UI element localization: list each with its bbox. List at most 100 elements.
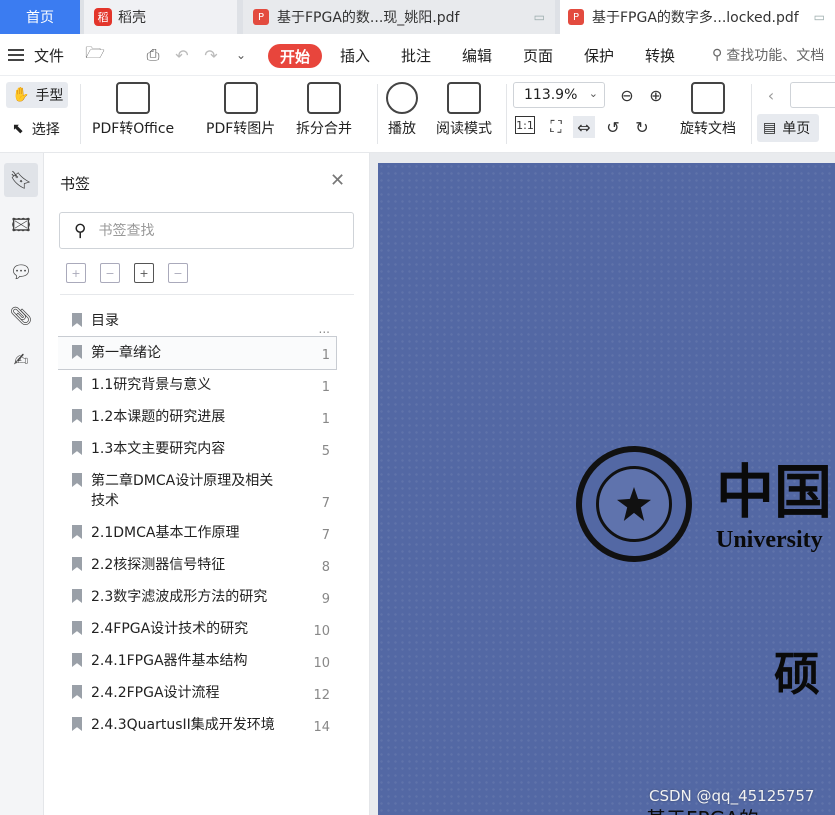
image-icon [223, 82, 258, 114]
zoom-out-icon[interactable]: ⊖ [616, 84, 638, 106]
pdf-to-office-button[interactable]: PDF转Office [92, 82, 174, 138]
play-button[interactable]: 播放 [386, 82, 418, 138]
tab-pdf-document-1[interactable]: P 基于FPGA的数...现_姚阳.pdf ▭ [243, 0, 555, 34]
list-item[interactable]: 1.1研究背景与意义 1 [58, 369, 336, 401]
fit-page-icon[interactable]: ⛶ [545, 116, 567, 138]
list-item[interactable]: 2.3数字滤波成形方法的研究 9 [58, 581, 336, 613]
collapse-all-icon[interactable]: − [100, 263, 120, 283]
list-item[interactable]: 2.4.3QuartusII集成开发环境 14 [58, 709, 336, 741]
pdf-to-image-button[interactable]: PDF转图片 [206, 82, 275, 138]
list-item[interactable]: 1.2本课题的研究进展 1 [58, 401, 336, 433]
tab-edit[interactable]: 编辑 [462, 34, 492, 76]
bookmark-list: 目录... 第一章绪论 1 1.1研究背景与意义 1 1.2本课题的研究进展 1 1.… [58, 305, 356, 815]
list-item[interactable]: 2.4.2FPGA设计流程 12 [58, 677, 336, 709]
monitor-icon[interactable]: ▭ [534, 10, 545, 24]
cursor-icon: ⬉ [12, 121, 24, 137]
panel-divider [60, 294, 354, 295]
actual-size-icon[interactable]: 1:1 [515, 116, 535, 134]
tab-protect[interactable]: 保护 [584, 34, 614, 76]
list-item[interactable]: 第二章DMCA设计原理及相关技术 7 [58, 465, 336, 517]
bookmark-page: 10 [313, 624, 330, 639]
rotate-left-icon[interactable]: ↺ [602, 116, 624, 138]
bookmark-flag-icon [72, 557, 82, 571]
bookmark-search-input[interactable] [98, 222, 319, 239]
list-item[interactable]: 2.4.1FPGA器件基本结构 10 [58, 645, 336, 677]
bookmark-page: 10 [313, 656, 330, 671]
page-number-input[interactable] [790, 82, 835, 108]
degree-title: 硕 [774, 647, 820, 701]
bookmark-page: 14 [313, 720, 330, 735]
bookmark-icon[interactable]: 🔖︎ [4, 163, 38, 197]
comment-icon[interactable]: 💬︎ [4, 255, 38, 289]
pdf-file-icon: P [253, 9, 269, 25]
tab-start[interactable]: 开始 [268, 44, 322, 68]
tab-annotate[interactable]: 批注 [401, 34, 431, 76]
list-item[interactable]: 2.2核探测器信号特征 8 [58, 549, 336, 581]
toolbar-divider [80, 84, 81, 144]
tab-strip: 首页 稻 稻壳 P 基于FPGA的数...现_姚阳.pdf ▭ P 基于FPGA… [0, 0, 835, 34]
close-icon[interactable]: ✕ [330, 170, 345, 191]
function-search[interactable]: ⚲ 查找功能、文档 [712, 34, 824, 76]
monitor-icon[interactable]: ▭ [814, 10, 825, 24]
more-icon[interactable]: ... [319, 319, 330, 339]
hand-tool-button[interactable]: ✋ 手型 [6, 82, 68, 108]
file-menu-button[interactable]: 文件 [8, 34, 64, 76]
tab-pdf-document-2[interactable]: P 基于FPGA的数字多...locked.pdf ▭ [560, 0, 835, 34]
menu-bar: 文件 🗁 ⎙ ↶ ↷ ⌄ 开始 插入 批注 编辑 页面 保护 转换 ⚲ 查找功能… [0, 34, 835, 76]
rotate-document-button[interactable]: 旋转文档 [680, 82, 736, 138]
list-item[interactable]: 1.3本文主要研究内容 5 [58, 433, 336, 465]
single-page-label: 单页 [782, 121, 811, 137]
select-tool-button[interactable]: ⬉ 选择 [6, 116, 60, 142]
bookmark-flag-icon [72, 717, 82, 731]
tab-daoke[interactable]: 稻 稻壳 [84, 0, 237, 34]
search-icon: ⚲ [712, 47, 723, 63]
bookmark-label: 1.3本文主要研究内容 [91, 441, 226, 457]
delete-bookmark-icon[interactable]: − [168, 263, 188, 283]
chevron-down-icon: ⌄ [588, 87, 598, 100]
tab-page[interactable]: 页面 [523, 34, 553, 76]
thumbnail-icon[interactable]: 🖾 [4, 211, 38, 245]
attachment-icon[interactable]: 📎︎ [4, 299, 38, 333]
bookmark-label: 第一章绪论 [91, 345, 161, 361]
undo-icon[interactable]: ↶ [171, 45, 193, 65]
bookmark-flag-icon [72, 409, 82, 423]
fit-width-icon[interactable]: ⇔ [573, 116, 595, 138]
bookmark-flag-icon [72, 685, 82, 699]
zoom-select[interactable]: 113.9% ⌄ [513, 82, 605, 108]
bookmark-page: 1 [321, 412, 330, 427]
single-page-button[interactable]: ▤ 单页 [757, 114, 819, 142]
chevron-left-icon[interactable]: ‹ [760, 84, 782, 106]
pdf-convert-icon [116, 82, 151, 114]
document-viewer[interactable]: 中国 University 硕 基于FPGA的 [370, 153, 835, 815]
tab-home-label: 首页 [26, 10, 54, 26]
tab-home[interactable]: 首页 [0, 0, 80, 34]
book-icon [447, 82, 481, 114]
zoom-value: 113.9% [524, 87, 578, 103]
bookmark-page: 7 [321, 496, 330, 511]
open-folder-icon[interactable]: 🗁 [84, 43, 106, 65]
chevron-down-icon[interactable]: ⌄ [230, 45, 252, 65]
signature-icon[interactable]: ✍︎ [4, 343, 38, 377]
search-icon: ⚲ [74, 220, 87, 241]
list-item[interactable]: 目录... [58, 305, 336, 337]
zoom-in-icon[interactable]: ⊕ [645, 84, 667, 106]
bookmark-label: 2.4FPGA设计技术的研究 [91, 621, 249, 637]
add-bookmark-icon[interactable]: + [134, 263, 154, 283]
list-item[interactable]: 第一章绪论 1 [58, 336, 337, 370]
split-merge-button[interactable]: 拆分合并 [296, 82, 352, 138]
print-icon[interactable]: ⎙ [142, 45, 164, 65]
bookmark-label: 2.4.2FPGA设计流程 [91, 685, 220, 701]
tab-convert[interactable]: 转换 [645, 34, 675, 76]
tab-insert[interactable]: 插入 [340, 34, 370, 76]
read-mode-button[interactable]: 阅读模式 [436, 82, 492, 138]
tab-pdf-document-2-label: 基于FPGA的数字多...locked.pdf [592, 10, 799, 26]
rotate-right-icon[interactable]: ↻ [631, 116, 653, 138]
expand-all-icon[interactable]: + [66, 263, 86, 283]
bookmark-search[interactable]: ⚲ [59, 212, 354, 249]
list-item[interactable]: 2.1DMCA基本工作原理 7 [58, 517, 336, 549]
bookmark-flag-icon [72, 473, 82, 487]
list-item[interactable]: 2.4FPGA设计技术的研究 10 [58, 613, 336, 645]
wps-pdf-window: 首页 稻 稻壳 P 基于FPGA的数...现_姚阳.pdf ▭ P 基于FPGA… [0, 0, 835, 815]
bookmark-page: 1 [321, 348, 330, 363]
redo-icon[interactable]: ↷ [200, 45, 222, 65]
